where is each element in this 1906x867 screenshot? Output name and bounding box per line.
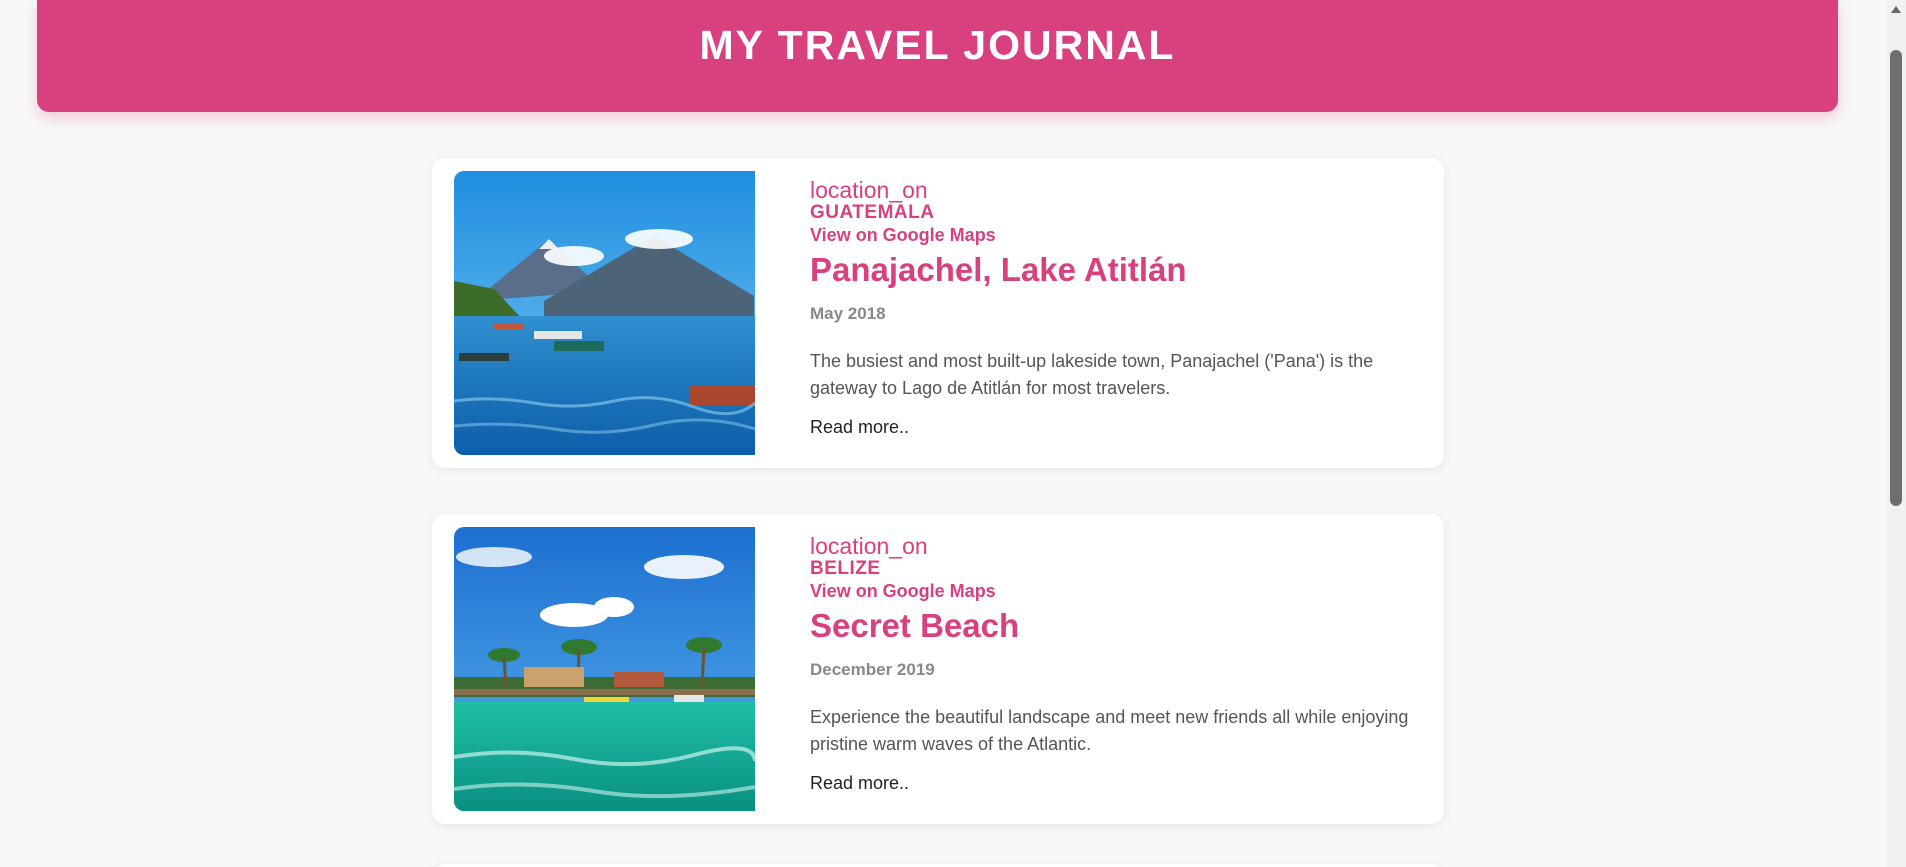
page-title: MY TRAVEL JOURNAL xyxy=(699,22,1176,68)
entry-title: Panajachel, Lake Atitlán xyxy=(810,251,1187,288)
location-pin-icon: location_on xyxy=(810,177,928,203)
page: MY TRAVEL JOURNAL location_on GUATEMALA … xyxy=(0,0,1887,867)
read-more-link[interactable]: Read more.. xyxy=(810,416,909,438)
location-pin-icon: location_on xyxy=(810,533,928,559)
entry-date: December 2019 xyxy=(810,660,935,679)
read-more-link[interactable]: Read more.. xyxy=(810,772,909,794)
browser-viewport: MY TRAVEL JOURNAL location_on GUATEMALA … xyxy=(0,0,1906,867)
tropical-beach-dock-photo xyxy=(454,527,755,811)
page-header: MY TRAVEL JOURNAL xyxy=(37,0,1838,112)
lake-with-volcanoes-photo xyxy=(454,171,755,455)
vertical-scrollbar[interactable] xyxy=(1887,0,1906,867)
entry-country: GUATEMALA xyxy=(810,202,935,223)
scrollbar-thumb[interactable] xyxy=(1890,50,1902,506)
entry-description: The busiest and most built-up lakeside t… xyxy=(810,351,1374,398)
entry-date: May 2018 xyxy=(810,304,886,323)
journal-entry-card: location_on BELIZE View on Google Maps S… xyxy=(432,514,1444,824)
entry-description: Experience the beautiful landscape and m… xyxy=(810,707,1409,754)
scroll-up-arrow-icon[interactable] xyxy=(1891,6,1901,13)
journal-entry-card: location_on GUATEMALA View on Google Map… xyxy=(432,158,1444,468)
entry-country: BELIZE xyxy=(810,558,881,579)
entry-info: location_on GUATEMALA View on Google Map… xyxy=(810,178,1410,438)
entry-title: Secret Beach xyxy=(810,607,1020,644)
view-on-google-maps-link[interactable]: View on Google Maps xyxy=(810,224,996,246)
view-on-google-maps-link[interactable]: View on Google Maps xyxy=(810,580,996,602)
entry-info: location_on BELIZE View on Google Maps S… xyxy=(810,534,1410,794)
